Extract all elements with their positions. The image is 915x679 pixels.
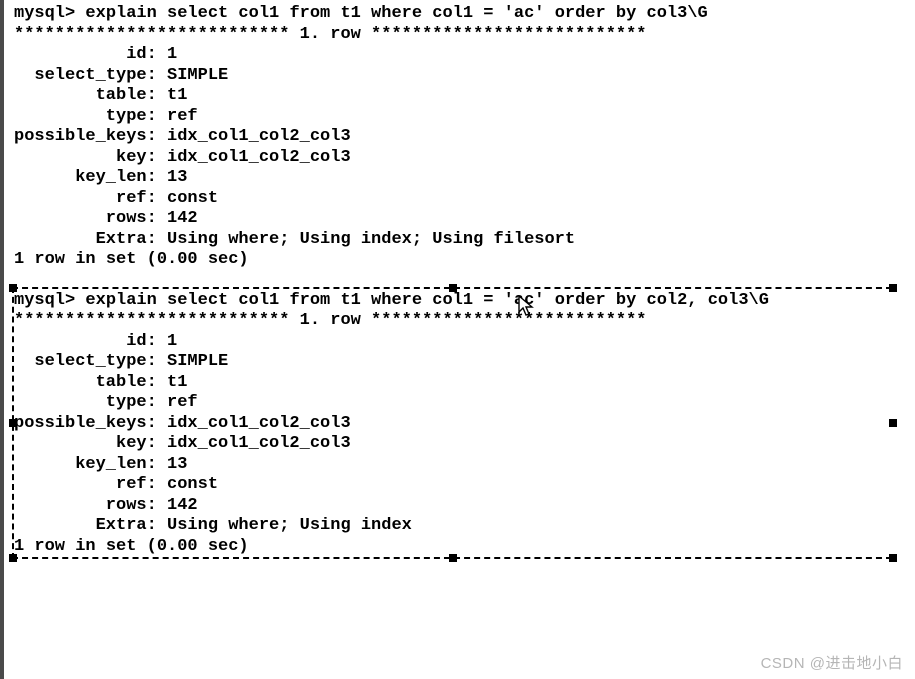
selected-region[interactable]: mysql> explain select col1 from t1 where… [12, 287, 892, 560]
selection-handle-icon[interactable] [449, 284, 457, 292]
watermark: CSDN @进击地小白 [761, 652, 903, 673]
explain-row: type: ref [14, 393, 892, 414]
selection-handle-icon[interactable] [889, 419, 897, 427]
selection-handle-icon[interactable] [9, 284, 17, 292]
row-marker-1: *************************** 1. row *****… [14, 25, 915, 46]
row-marker-2: *************************** 1. row *****… [14, 311, 892, 332]
selection-handle-icon[interactable] [889, 284, 897, 292]
selection-handle-icon[interactable] [889, 554, 897, 562]
explain-row: ref: const [14, 189, 915, 210]
explain-row: table: t1 [14, 86, 915, 107]
terminal-output: mysql> explain select col1 from t1 where… [0, 0, 915, 679]
explain-row: possible_keys: idx_col1_col2_col3 [14, 127, 915, 148]
explain-row: select_type: SIMPLE [14, 66, 915, 87]
explain-row: id: 1 [14, 332, 892, 353]
explain-row: possible_keys: idx_col1_col2_col3 [14, 414, 892, 435]
selection-handle-icon[interactable] [9, 554, 17, 562]
explain-row: rows: 142 [14, 209, 915, 230]
explain-row: id: 1 [14, 45, 915, 66]
explain-row: rows: 142 [14, 496, 892, 517]
selection-handle-icon[interactable] [449, 554, 457, 562]
explain-row: select_type: SIMPLE [14, 352, 892, 373]
result-footer-1: 1 row in set (0.00 sec) [14, 250, 915, 271]
explain-row: key_len: 13 [14, 455, 892, 476]
explain-row: Extra: Using where; Using index; Using f… [14, 230, 915, 251]
explain-row: key: idx_col1_col2_col3 [14, 434, 892, 455]
explain-row: key_len: 13 [14, 168, 915, 189]
explain-row: key: idx_col1_col2_col3 [14, 148, 915, 169]
selection-handle-icon[interactable] [9, 419, 17, 427]
sql-prompt-1: mysql> explain select col1 from t1 where… [14, 4, 915, 25]
explain-row: ref: const [14, 475, 892, 496]
explain-row: Extra: Using where; Using index [14, 516, 892, 537]
sql-prompt-2: mysql> explain select col1 from t1 where… [14, 291, 892, 312]
explain-row: table: t1 [14, 373, 892, 394]
explain-row: type: ref [14, 107, 915, 128]
